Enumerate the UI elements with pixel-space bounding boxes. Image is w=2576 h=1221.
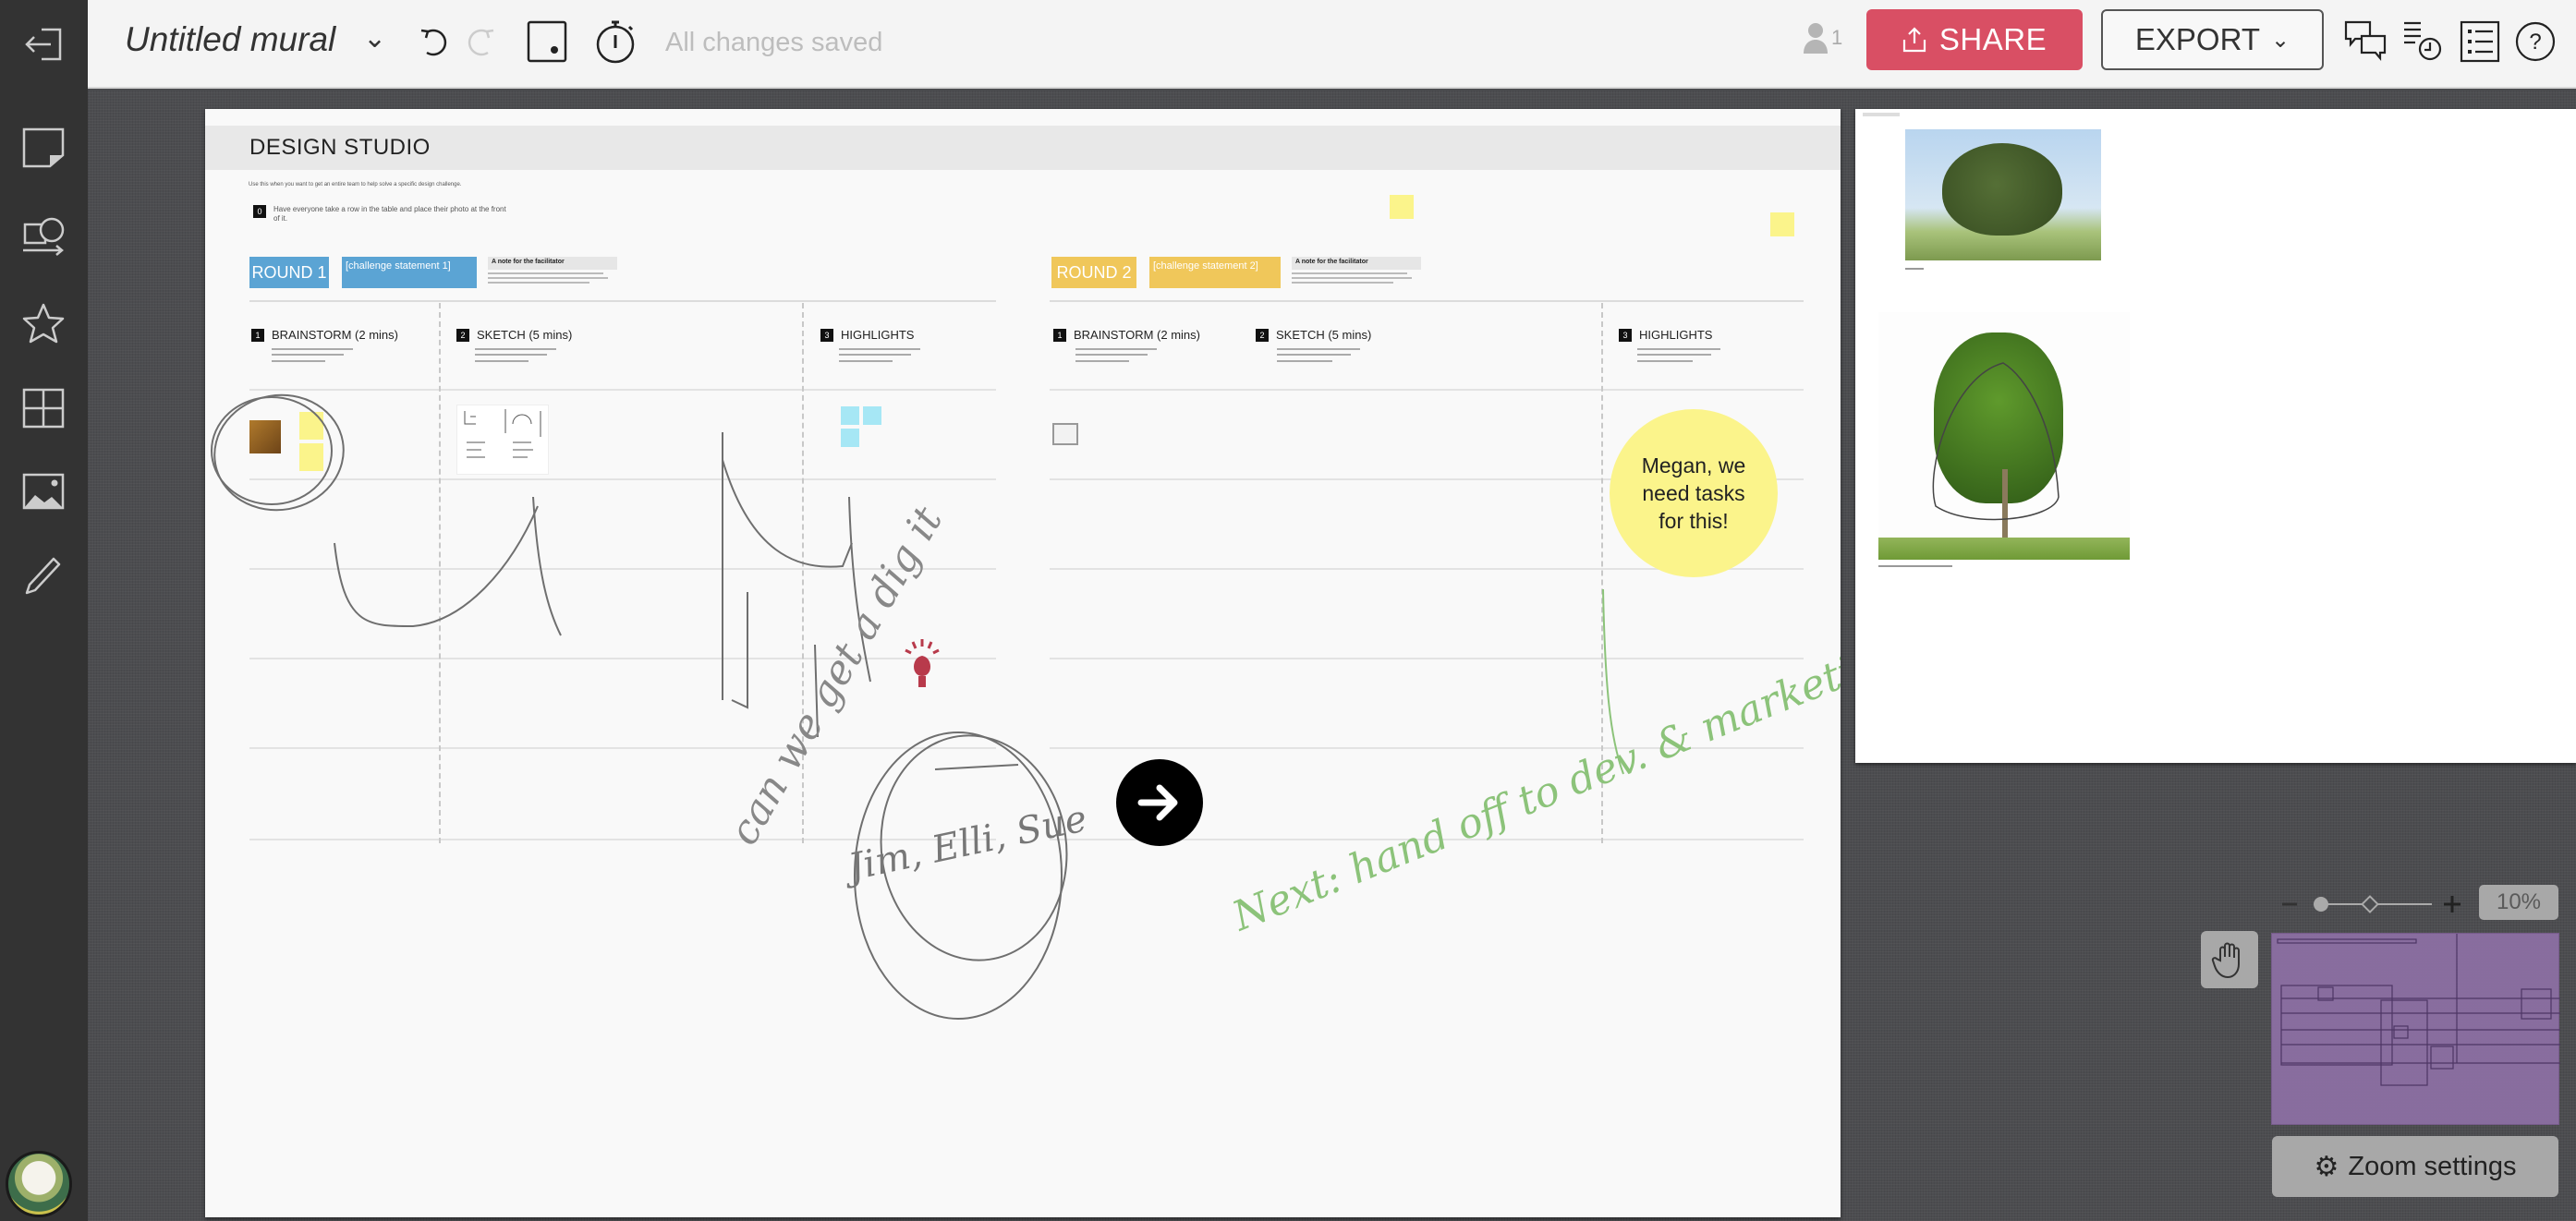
photo-caption — [1905, 268, 1924, 270]
zoom-in-icon — [2444, 896, 2461, 913]
handwritten-note-3: Next: hand off to dev. & marketing — [1225, 628, 1841, 940]
handwritten-note-2: Jim, Elli, Sue — [839, 797, 1091, 890]
drawn-line — [532, 496, 562, 636]
undo-icon — [420, 29, 447, 56]
grid-icon — [22, 388, 65, 429]
help-button[interactable]: ? — [2512, 18, 2558, 65]
chat-button[interactable] — [2342, 18, 2388, 65]
zoom-slider[interactable] — [2282, 890, 2476, 918]
timer-button[interactable] — [592, 18, 638, 65]
sticky-note-icon — [22, 127, 65, 168]
star-icon — [22, 303, 65, 344]
zoom-settings-label: Zoom settings — [2348, 1151, 2517, 1181]
hand-icon — [2211, 942, 2240, 979]
share-label: SHARE — [1938, 22, 2047, 56]
title-menu-chevron-icon[interactable]: ⌄ — [363, 22, 386, 54]
shapes-tool[interactable] — [14, 207, 73, 266]
tree-photo[interactable] — [1905, 129, 2101, 260]
export-button[interactable]: EXPORT ⌄ — [2101, 9, 2324, 70]
drawn-curve — [334, 505, 539, 628]
outline-icon — [527, 20, 567, 63]
timer-icon — [596, 20, 635, 64]
list-icon — [2460, 20, 2500, 63]
drawn-circle — [211, 396, 333, 505]
undo-button[interactable] — [411, 18, 457, 65]
lightbulb-icon — [905, 639, 940, 687]
pan-tool-button[interactable] — [2201, 931, 2258, 988]
board-label — [1863, 113, 1900, 116]
user-icon — [1804, 23, 1828, 54]
drawn-circle — [213, 393, 345, 512]
icons-tool[interactable] — [14, 294, 73, 353]
zoom-slider-handle — [2314, 897, 2328, 912]
mural-title[interactable]: Untitled mural — [125, 20, 335, 59]
sticky-note-tool[interactable] — [14, 118, 73, 177]
images-tool[interactable] — [14, 462, 73, 521]
activity-history-icon — [2404, 21, 2442, 61]
minimap-preview — [2277, 934, 2560, 1086]
left-toolbar — [0, 0, 88, 1221]
pencil-icon — [25, 557, 61, 595]
chevron-down-icon: ⌄ — [2270, 27, 2290, 53]
minimap[interactable] — [2271, 933, 2560, 1125]
export-label: EXPORT — [2134, 22, 2260, 56]
redo-button[interactable] — [457, 18, 504, 65]
upload-icon — [1902, 27, 1926, 53]
drawn-curve — [722, 459, 853, 568]
handwritten-note-1: can we get a dig it — [720, 499, 952, 853]
photo-caption — [1878, 565, 1952, 567]
help-icon: ? — [2515, 21, 2556, 62]
draw-tool[interactable] — [14, 545, 73, 604]
gear-icon: ⚙ — [2314, 1151, 2339, 1182]
exit-icon — [24, 28, 61, 61]
zoom-settings-button[interactable]: ⚙ Zoom settings — [2272, 1136, 2558, 1197]
chat-icon — [2344, 20, 2387, 62]
user-avatar[interactable] — [6, 1151, 72, 1217]
online-users[interactable]: 1 — [1802, 22, 1842, 54]
shapes-icon — [23, 217, 65, 256]
top-bar: Untitled mural ⌄ All changes saved 1 SHA… — [88, 0, 2576, 89]
online-user-count: 1 — [1831, 26, 1843, 49]
exit-button[interactable] — [0, 0, 88, 89]
outline-button[interactable] — [2457, 18, 2503, 65]
presentation-mode-button[interactable] — [524, 18, 570, 65]
freehand-drawings: can we get a dig it Jim, Elli, Sue Next:… — [211, 393, 1841, 1020]
zoom-level[interactable]: 10% — [2479, 885, 2558, 920]
redo-icon — [468, 29, 494, 56]
svg-text:?: ? — [2529, 30, 2541, 54]
image-icon — [22, 473, 65, 510]
save-status: All changes saved — [665, 28, 883, 57]
reference-board[interactable] — [1855, 109, 2576, 763]
young-tree-photo[interactable] — [1878, 312, 2130, 560]
activity-button[interactable] — [2400, 18, 2446, 65]
frameworks-tool[interactable] — [14, 379, 73, 438]
design-studio-board[interactable]: DESIGN STUDIO Use this when you want to … — [205, 109, 1841, 1217]
share-button[interactable]: SHARE — [1866, 9, 2083, 70]
